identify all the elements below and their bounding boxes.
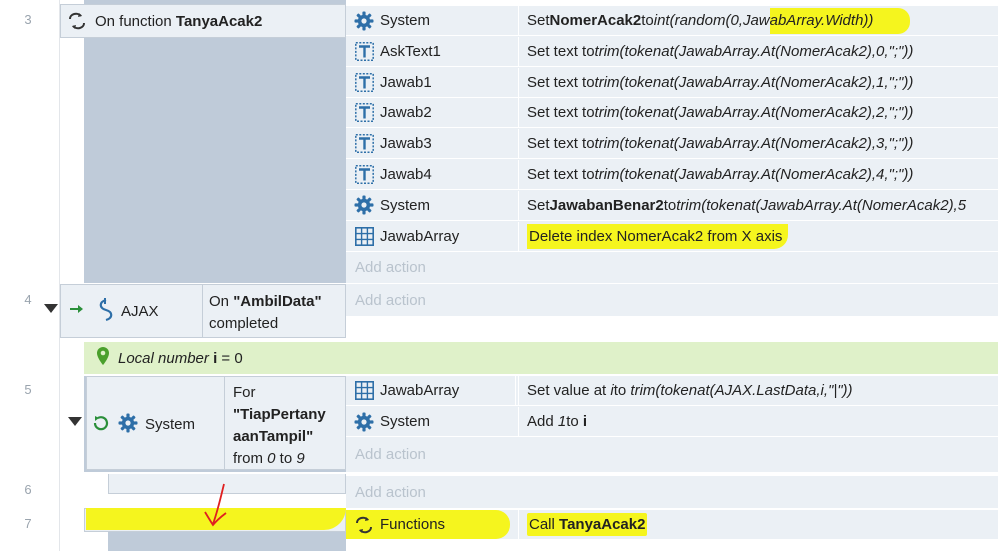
add-action-button[interactable]: Add action xyxy=(346,438,998,470)
object-name: System xyxy=(380,196,431,214)
action-row[interactable]: Jawab4 Set text to trim(tokenat(JawabArra… xyxy=(346,160,998,190)
text-icon xyxy=(354,41,374,61)
object-name: AJAX xyxy=(121,303,159,320)
action-row[interactable]: Functions Call TanyaAcak2 xyxy=(346,510,998,540)
trigger-text: On "AmbilData" completed xyxy=(209,293,322,332)
event-condition-area xyxy=(84,0,346,283)
add-action-button[interactable]: Add action xyxy=(346,476,998,508)
gear-icon xyxy=(354,195,374,215)
object-name: JawabArray xyxy=(380,382,460,399)
line-number: 4 xyxy=(24,292,32,307)
function-trigger[interactable]: On function TanyaAcak2 xyxy=(60,4,346,38)
trigger-text: On function xyxy=(95,12,176,30)
action-row[interactable]: System Set NomerAcak2 to int(random(0,Jaw… xyxy=(346,6,998,36)
object-name: AskText1 xyxy=(380,42,441,60)
add-action-button[interactable]: Add action xyxy=(346,252,998,282)
divider xyxy=(224,376,225,470)
action-row[interactable]: System Set JawabanBenar2 to trim(tokenat(… xyxy=(346,190,998,221)
action-row[interactable]: AskText1 Set text to trim(tokenat(JawabAr… xyxy=(346,36,998,67)
location-pin-icon xyxy=(96,347,110,369)
action-row[interactable]: JawabArray Delete index NomerAcak2 from X… xyxy=(346,221,998,252)
object-name: System xyxy=(380,413,431,430)
event-block-4[interactable]: AJAX On "AmbilData" completed Add action xyxy=(60,284,998,338)
line-number: 6 xyxy=(24,482,32,497)
gear-icon xyxy=(118,413,138,437)
action-row[interactable]: Jawab1 Set text to trim(tokenat(JawabArra… xyxy=(346,67,998,98)
object-name: Jawab1 xyxy=(380,73,432,91)
line-number-gutter xyxy=(0,0,60,551)
action-row[interactable]: Jawab2 Set text to trim(tokenat(JawabArra… xyxy=(346,98,998,129)
text-icon xyxy=(354,134,374,154)
function-name: TanyaAcak2 xyxy=(175,12,263,30)
divider xyxy=(202,284,203,338)
text-icon xyxy=(354,103,374,123)
text-icon xyxy=(354,72,374,92)
collapse-toggle[interactable] xyxy=(44,304,58,313)
ajax-icon xyxy=(96,298,114,326)
line-number: 5 xyxy=(24,382,32,397)
array-icon xyxy=(354,381,374,401)
loop-arrows-icon xyxy=(67,11,87,31)
action-row[interactable]: JawabArray Set value at i to trim(tokena… xyxy=(346,376,998,406)
object-name: Jawab2 xyxy=(380,104,432,122)
trigger-arrow-icon xyxy=(70,302,84,319)
repeat-icon xyxy=(92,414,110,436)
gear-icon xyxy=(354,11,374,31)
text-icon xyxy=(354,165,374,185)
object-name: System xyxy=(145,416,196,433)
local-variable[interactable]: Local number i = 0 xyxy=(84,342,998,374)
gear-icon xyxy=(354,412,374,432)
for-loop-text: For "TiapPertany aanTampil" from 0 to 9 xyxy=(233,384,326,467)
loop-arrows-icon xyxy=(354,515,374,535)
object-name: Jawab3 xyxy=(380,135,432,153)
line-number: 7 xyxy=(24,516,32,531)
action-row[interactable]: Jawab3 Set text to trim(tokenat(JawabArra… xyxy=(346,129,998,160)
line-number: 3 xyxy=(24,12,32,27)
add-action-button[interactable]: Add action xyxy=(346,284,998,316)
object-name: System xyxy=(380,12,431,29)
object-name: Functions xyxy=(380,516,446,533)
collapse-toggle[interactable] xyxy=(68,417,82,426)
annotation-arrow-icon xyxy=(204,483,227,527)
action-row[interactable]: System Add 1 to i xyxy=(346,407,998,437)
object-name: Jawab4 xyxy=(380,166,432,183)
array-icon xyxy=(354,226,374,246)
object-name: JawabArray xyxy=(380,227,460,245)
